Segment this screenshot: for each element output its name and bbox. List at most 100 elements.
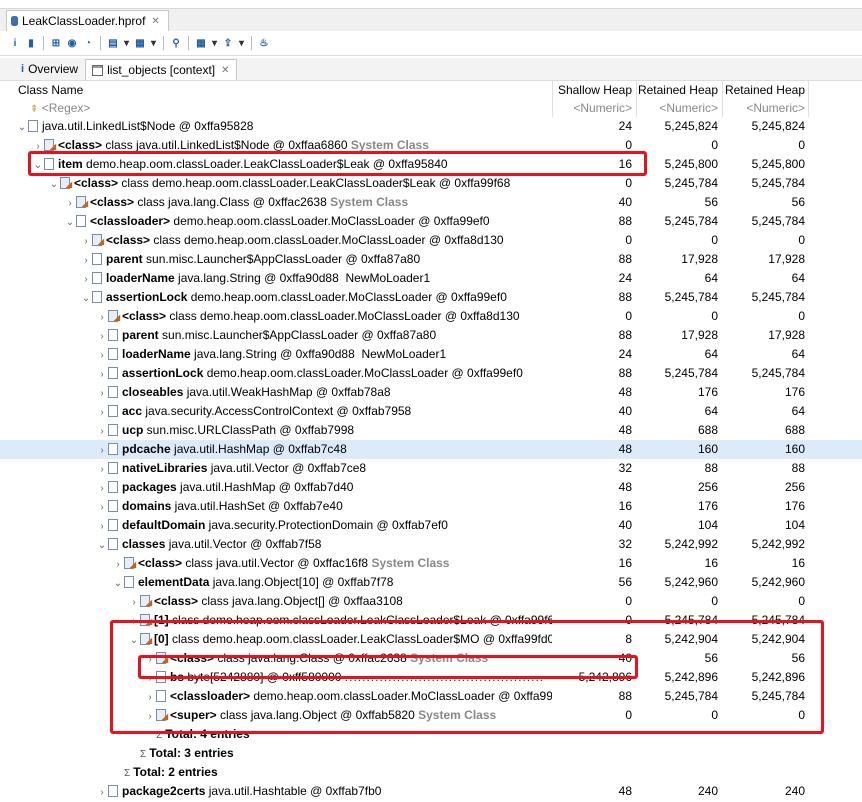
table-row[interactable]: › pdcache java.util.HashMap @ 0xffab7c48 4… bbox=[0, 440, 862, 459]
expand-toggle-icon[interactable]: › bbox=[96, 308, 108, 327]
expand-toggle-icon[interactable]: › bbox=[80, 270, 92, 289]
table-row[interactable]: Σ Total: 3 entries bbox=[0, 744, 862, 763]
collapse-toggle-icon[interactable]: ⌄ bbox=[112, 574, 124, 593]
expand-toggle-icon[interactable]: › bbox=[80, 251, 92, 270]
expand-toggle-icon[interactable]: › bbox=[96, 498, 108, 517]
expand-toggle-icon[interactable]: › bbox=[112, 555, 124, 574]
table-row[interactable]: › nativeLibraries java.util.Vector @ 0xff… bbox=[0, 459, 862, 478]
expand-toggle-icon[interactable]: › bbox=[96, 346, 108, 365]
column-header-retained-heap-2[interactable]: Retained Heap bbox=[722, 81, 809, 99]
search-icon[interactable]: ⚲ bbox=[169, 36, 183, 50]
query-browser-icon[interactable]: ▦ bbox=[133, 36, 147, 50]
export-icon[interactable]: ⇪ bbox=[221, 36, 235, 50]
table-row[interactable]: ⌄ ◢ [0] class demo.heap.oom.classLoader.Le… bbox=[0, 630, 862, 649]
column-header-shallow-heap[interactable]: Shallow Heap bbox=[552, 81, 636, 99]
retained-filter[interactable]: <Numeric> bbox=[636, 99, 722, 117]
column-divider[interactable] bbox=[552, 81, 553, 117]
regex-filter[interactable]: ⇞ <Regex> bbox=[0, 99, 552, 119]
collapse-toggle-icon[interactable]: ⌄ bbox=[80, 289, 92, 308]
table-row[interactable]: › <classloader> demo.heap.oom.classLoader… bbox=[0, 687, 862, 706]
collapse-toggle-icon[interactable]: ⌄ bbox=[32, 156, 44, 175]
table-row[interactable]: › ◢ <class> class java.lang.Class @ 0xffac… bbox=[0, 193, 862, 212]
info-icon[interactable]: i bbox=[8, 36, 22, 50]
table-row[interactable]: › ◢ [1] class demo.heap.oom.classLoader.Le… bbox=[0, 611, 862, 630]
column-divider[interactable] bbox=[722, 81, 723, 117]
table-row[interactable]: › ◢ <class> class java.lang.Class @ 0xffac… bbox=[0, 649, 862, 668]
expand-toggle-icon[interactable]: › bbox=[96, 422, 108, 441]
table-row[interactable]: › loaderName java.lang.String @ 0xffa90d8… bbox=[0, 345, 862, 364]
dropdown-icon[interactable]: ▾ bbox=[237, 36, 246, 50]
table-row[interactable]: › defaultDomain java.security.ProtectionD… bbox=[0, 516, 862, 535]
expand-toggle-icon[interactable]: › bbox=[96, 403, 108, 422]
dominator-tree-icon[interactable]: ⊞ bbox=[49, 36, 63, 50]
expand-toggle-icon[interactable]: › bbox=[96, 365, 108, 384]
table-row[interactable]: Σ Total: 4 entries bbox=[0, 725, 862, 744]
table-row[interactable]: ⌄ <classloader> demo.heap.oom.classLoader… bbox=[0, 212, 862, 231]
close-icon[interactable]: ✕ bbox=[221, 65, 229, 76]
table-row[interactable]: › assertionLock demo.heap.oom.classLoader… bbox=[0, 364, 862, 383]
table-row[interactable]: › loaderName java.lang.String @ 0xffa90d8… bbox=[0, 269, 862, 288]
table-row[interactable]: Σ Total: 2 entries bbox=[0, 763, 862, 782]
table-row[interactable]: ⌄ assertionLock demo.heap.oom.classLoader… bbox=[0, 288, 862, 307]
heap-dump-overview-icon[interactable]: ♨ bbox=[257, 36, 271, 50]
retained-filter-2[interactable]: <Numeric> bbox=[722, 99, 809, 117]
expand-toggle-icon[interactable]: › bbox=[144, 650, 156, 669]
group-icon[interactable]: ▦ bbox=[194, 36, 208, 50]
table-row[interactable]: › ◢ <class> class java.util.Vector @ 0xffa… bbox=[0, 554, 862, 573]
table-row[interactable]: › package2certs java.util.Hashtable @ 0xf… bbox=[0, 782, 862, 801]
expand-toggle-icon[interactable]: › bbox=[96, 517, 108, 536]
column-divider[interactable] bbox=[636, 81, 637, 117]
table-row[interactable]: ⌄ elementData java.lang.Object[10] @ 0xff… bbox=[0, 573, 862, 592]
table-row[interactable]: ⌄ item demo.heap.oom.classLoader.LeakClas… bbox=[0, 155, 862, 174]
top-consumers-icon[interactable]: ◔ bbox=[81, 36, 95, 50]
table-row[interactable]: › bs byte[5242880] @ 0xff580000 .........… bbox=[0, 668, 862, 687]
dropdown-icon[interactable]: ▾ bbox=[122, 36, 131, 50]
tab-overview[interactable]: i Overview bbox=[14, 58, 85, 80]
column-divider[interactable] bbox=[808, 81, 809, 117]
table-row[interactable]: › ◢ <class> class java.lang.Object[] @ 0xf… bbox=[0, 592, 862, 611]
oql-icon[interactable]: ◉ bbox=[65, 36, 79, 50]
table-row[interactable]: › parent sun.misc.Launcher$AppClassLoader… bbox=[0, 326, 862, 345]
table-row[interactable]: › ◢ <class> class demo.heap.oom.classLoade… bbox=[0, 307, 862, 326]
collapse-toggle-icon[interactable]: ⌄ bbox=[48, 175, 60, 194]
table-row[interactable]: › ◢ <class> class demo.heap.oom.classLoade… bbox=[0, 231, 862, 250]
expand-toggle-icon[interactable]: › bbox=[144, 707, 156, 726]
table-row[interactable]: › acc java.security.AccessControlContext … bbox=[0, 402, 862, 421]
table-row[interactable]: › packages java.util.HashMap @ 0xffab7d40… bbox=[0, 478, 862, 497]
dropdown-icon[interactable]: ▾ bbox=[149, 36, 158, 50]
column-header-retained-heap[interactable]: Retained Heap bbox=[636, 81, 722, 99]
expand-toggle-icon[interactable]: › bbox=[64, 194, 76, 213]
tab-list-objects[interactable]: list_objects [context] ✕ bbox=[85, 59, 237, 80]
expand-toggle-icon[interactable]: › bbox=[96, 384, 108, 403]
table-row[interactable]: › parent sun.misc.Launcher$AppClassLoader… bbox=[0, 250, 862, 269]
editor-tab-hprof[interactable]: LeakClassLoader.hprof ✕ bbox=[6, 10, 169, 31]
table-row[interactable]: › ◢ <class> class java.util.LinkedList$Nod… bbox=[0, 136, 862, 155]
table-row[interactable]: ⌄ classes java.util.Vector @ 0xffab7f58 32… bbox=[0, 535, 862, 554]
dropdown-icon[interactable]: ▾ bbox=[210, 36, 219, 50]
expand-toggle-icon[interactable]: › bbox=[96, 783, 108, 802]
table-row[interactable]: ⌄ java.util.LinkedList$Node @ 0xffa95828 2… bbox=[0, 117, 862, 136]
table-row[interactable]: › ◢ <super> class java.lang.Object @ 0xffa… bbox=[0, 706, 862, 725]
expand-toggle-icon[interactable]: › bbox=[128, 593, 140, 612]
table-row[interactable]: › ucp sun.misc.URLClassPath @ 0xffab7998 4… bbox=[0, 421, 862, 440]
expand-toggle-icon[interactable]: › bbox=[96, 327, 108, 346]
shallow-filter[interactable]: <Numeric> bbox=[552, 99, 636, 117]
collapse-toggle-icon[interactable]: ⌄ bbox=[16, 118, 28, 137]
expand-toggle-icon[interactable]: › bbox=[96, 460, 108, 479]
collapse-toggle-icon[interactable]: ⌄ bbox=[64, 213, 76, 232]
run-report-icon[interactable]: ▤ bbox=[106, 36, 120, 50]
expand-toggle-icon[interactable]: › bbox=[128, 612, 140, 631]
table-row[interactable]: › domains java.util.HashSet @ 0xffab7e40 1… bbox=[0, 497, 862, 516]
table-row[interactable]: ⌄ ◢ <class> class demo.heap.oom.classLoade… bbox=[0, 174, 862, 193]
histogram-icon[interactable]: ▮ bbox=[24, 36, 38, 50]
column-header-class-name[interactable]: Class Name bbox=[0, 81, 552, 99]
expand-toggle-icon[interactable]: › bbox=[96, 479, 108, 498]
collapse-toggle-icon[interactable]: ⌄ bbox=[96, 536, 108, 555]
expand-toggle-icon[interactable]: › bbox=[32, 137, 44, 156]
expand-toggle-icon[interactable]: › bbox=[144, 669, 156, 688]
expand-toggle-icon[interactable]: › bbox=[96, 441, 108, 460]
expand-toggle-icon[interactable]: › bbox=[144, 688, 156, 707]
expand-toggle-icon[interactable]: › bbox=[80, 232, 92, 251]
collapse-toggle-icon[interactable]: ⌄ bbox=[128, 631, 140, 650]
close-icon[interactable]: ✕ bbox=[151, 16, 159, 27]
